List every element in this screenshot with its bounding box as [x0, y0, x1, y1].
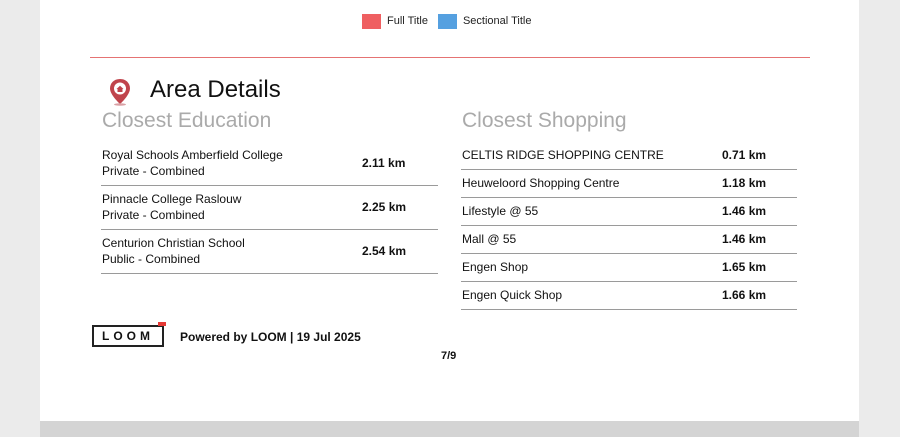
shop-name: Engen Shop — [462, 260, 529, 274]
shop-name: Engen Quick Shop — [462, 288, 563, 302]
education-row: Royal Schools Amberfield College Private… — [101, 142, 438, 186]
shopping-heading: Closest Shopping — [462, 109, 627, 132]
shopping-row: Engen Shop 1.65 km — [461, 254, 797, 282]
shop-distance: 1.66 km — [722, 288, 767, 302]
shop-distance: 1.65 km — [722, 260, 767, 274]
education-heading: Closest Education — [102, 109, 272, 132]
shopping-row: Mall @ 55 1.46 km — [461, 226, 797, 254]
page-number: 7/9 — [441, 350, 457, 362]
legend: Full Title Sectional Title — [362, 12, 541, 30]
section-title: Area Details — [150, 76, 281, 103]
education-row: Centurion Christian School Public - Comb… — [101, 230, 438, 274]
school-type: Private - Combined — [102, 208, 205, 222]
shop-name: Lifestyle @ 55 — [462, 204, 539, 218]
location-pin-icon — [108, 78, 132, 106]
legend-item-sectional-title: Sectional Title — [437, 13, 532, 29]
school-distance: 2.11 km — [362, 156, 406, 170]
legend-label-full-title: Full Title — [387, 15, 428, 27]
legend-item-full-title: Full Title — [362, 13, 428, 29]
shop-name: Mall @ 55 — [462, 232, 517, 246]
shopping-list: CELTIS RIDGE SHOPPING CENTRE 0.71 km Heu… — [461, 142, 797, 310]
shop-distance: 1.46 km — [722, 232, 767, 246]
legend-label-sectional-title: Sectional Title — [462, 15, 532, 27]
school-name: Centurion Christian School — [102, 236, 245, 250]
page-separator — [40, 421, 859, 437]
shop-name: Heuweloord Shopping Centre — [462, 176, 620, 190]
school-distance: 2.54 km — [362, 244, 407, 258]
shopping-row: Heuweloord Shopping Centre 1.18 km — [461, 170, 797, 198]
legend-swatch-sectional-title — [437, 13, 457, 29]
shop-distance: 1.18 km — [722, 176, 767, 190]
shopping-row: Lifestyle @ 55 1.46 km — [461, 198, 797, 226]
loom-logo: LOOM — [92, 325, 164, 347]
shop-distance: 0.71 km — [722, 148, 767, 162]
powered-by-text: Powered by LOOM | 19 Jul 2025 — [180, 330, 361, 344]
school-name: Royal Schools Amberfield College — [102, 148, 283, 162]
document-page: Full Title Sectional Title Area Details … — [40, 0, 859, 421]
legend-swatch-full-title — [362, 13, 381, 29]
school-distance: 2.25 km — [362, 200, 407, 214]
school-type: Private - Combined — [102, 164, 205, 178]
shopping-row: Engen Quick Shop 1.66 km — [461, 282, 797, 310]
education-row: Pinnacle College Raslouw Private - Combi… — [101, 186, 438, 230]
shop-distance: 1.46 km — [722, 204, 767, 218]
shopping-row: CELTIS RIDGE SHOPPING CENTRE 0.71 km — [461, 142, 797, 170]
school-type: Public - Combined — [102, 252, 201, 266]
shop-name: CELTIS RIDGE SHOPPING CENTRE — [462, 148, 664, 162]
logo-accent — [158, 322, 166, 326]
school-name: Pinnacle College Raslouw — [102, 192, 242, 206]
header-divider — [90, 57, 810, 58]
education-list: Royal Schools Amberfield College Private… — [101, 142, 438, 274]
